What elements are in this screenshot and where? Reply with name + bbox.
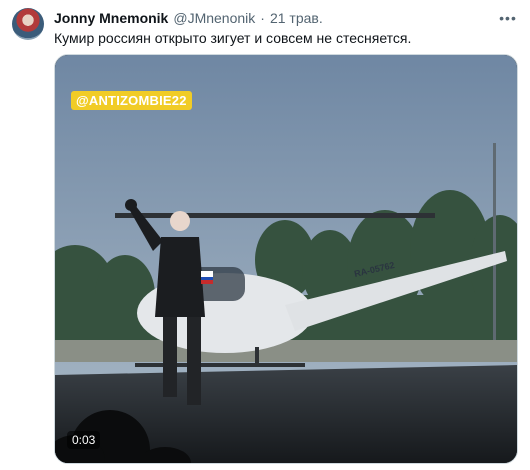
tweet-time[interactable]: 21 трав. (270, 10, 323, 26)
pole (493, 143, 496, 343)
author-name[interactable]: Jonny Mnemonik (54, 10, 168, 26)
video-controls[interactable]: 0:03 (55, 423, 517, 463)
tweet-text: Кумир россиян открыто зигует и совсем не… (54, 30, 412, 46)
tweet-header: Jonny Mnemonik @JMnenonik · 21 трав. (54, 10, 323, 28)
video-timestamp: 0:03 (67, 431, 101, 449)
video-player[interactable]: RA-05762 @ANTIZOMBIE22 0:03 (54, 54, 518, 464)
watermark-label: @ANTIZOMBIE22 (71, 91, 192, 110)
author-handle[interactable]: @JMnenonik (173, 10, 255, 26)
separator-dot: · (260, 10, 265, 26)
tweet-card[interactable]: Jonny Mnemonik @JMnenonik · 21 трав. •••… (0, 0, 530, 470)
fence (55, 340, 517, 362)
video-frame: RA-05762 (55, 55, 517, 463)
author-avatar[interactable] (12, 8, 44, 40)
more-options-icon[interactable]: ••• (498, 8, 518, 28)
